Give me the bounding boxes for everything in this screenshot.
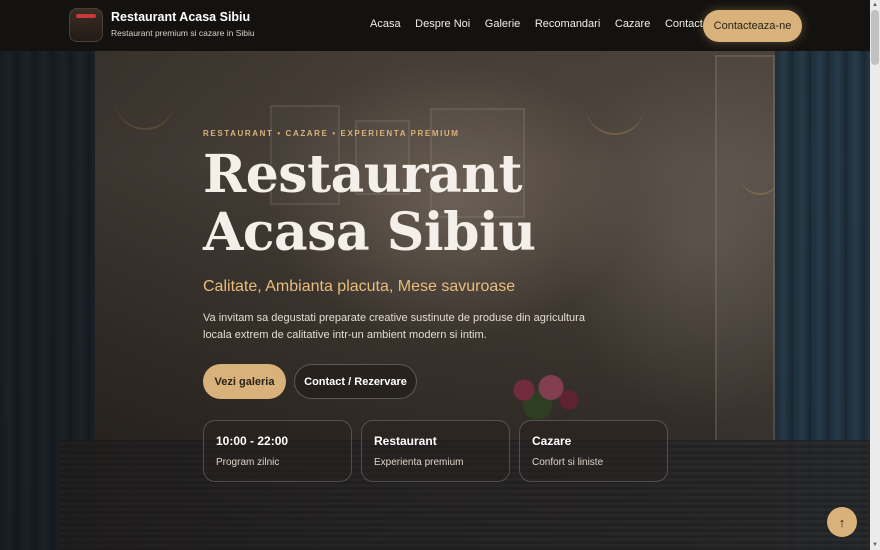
- nav-recomandari[interactable]: Recomandari: [535, 18, 600, 30]
- hero-tagline: Calitate, Ambianta placuta, Mese savuroa…: [203, 278, 516, 295]
- scroll-down-arrow-icon[interactable]: ▼: [870, 540, 880, 550]
- card-title: Cazare: [532, 434, 572, 448]
- info-card-restaurant: Restaurant Experienta premium: [361, 420, 510, 482]
- info-card-cazare: Cazare Confort si liniste: [519, 420, 668, 482]
- nav-despre-noi[interactable]: Despre Noi: [415, 18, 470, 30]
- card-subtitle: Program zilnic: [216, 457, 280, 468]
- site-header: Restaurant Acasa Sibiu Restaurant premiu…: [0, 0, 870, 51]
- logo-mark: [76, 14, 96, 18]
- card-title: 10:00 - 22:00: [216, 434, 289, 448]
- nav-acasa[interactable]: Acasa: [370, 18, 401, 30]
- contact-reservation-button[interactable]: Contact / Rezervare: [294, 364, 417, 399]
- scroll-thumb[interactable]: [871, 10, 879, 65]
- brand[interactable]: Restaurant Acasa Sibiu Restaurant premiu…: [111, 10, 255, 38]
- nav-galerie[interactable]: Galerie: [485, 18, 520, 30]
- card-title: Restaurant: [374, 434, 437, 448]
- gallery-button[interactable]: Vezi galeria: [203, 364, 286, 399]
- nav-contact[interactable]: Contact: [665, 18, 703, 30]
- hero-title: Restaurant Acasa Sibiu: [203, 144, 536, 263]
- scrollbar[interactable]: ▲ ▼: [870, 0, 880, 550]
- brand-name: Restaurant Acasa Sibiu: [111, 10, 251, 24]
- card-subtitle: Confort si liniste: [532, 457, 604, 468]
- card-subtitle: Experienta premium: [374, 457, 464, 468]
- restaurant-logo[interactable]: [69, 8, 103, 42]
- arrow-up-icon: ↑: [838, 514, 846, 530]
- contact-cta-button[interactable]: Contacteaza-ne: [703, 10, 802, 42]
- info-card-hours: 10:00 - 22:00 Program zilnic: [203, 420, 352, 482]
- main-nav: Acasa Despre Noi Galerie Recomandari Caz…: [370, 18, 717, 30]
- nav-cazare[interactable]: Cazare: [615, 18, 650, 30]
- back-to-top-button[interactable]: ↑: [827, 507, 857, 537]
- brand-tagline: Restaurant premium si cazare in Sibiu: [111, 28, 255, 38]
- hero-description: Va invitam sa degustati preparate creati…: [203, 312, 585, 341]
- scroll-up-arrow-icon[interactable]: ▲: [870, 0, 880, 10]
- hero-eyebrow: RESTAURANT • CAZARE • EXPERIENTA PREMIUM: [203, 129, 460, 138]
